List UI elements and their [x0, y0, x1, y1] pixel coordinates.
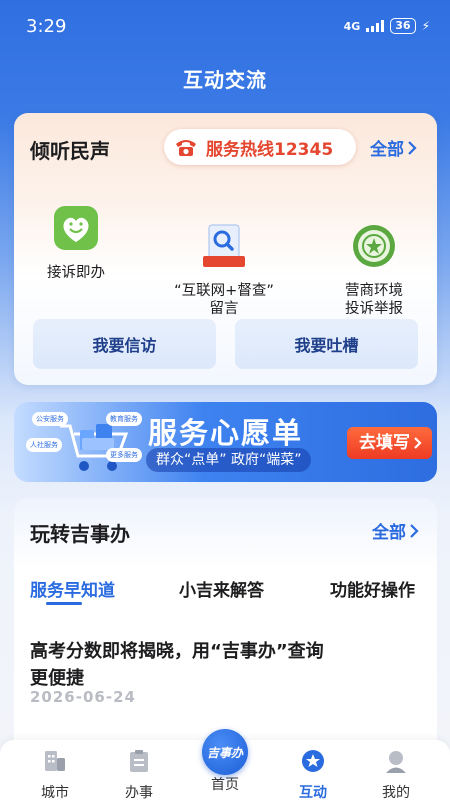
home-logo-icon[interactable]: 吉事办	[202, 729, 248, 775]
fill-in-button[interactable]: 去填写	[347, 427, 432, 459]
service-complaint[interactable]: 接诉即办	[6, 205, 146, 282]
status-time: 3:29	[26, 16, 67, 37]
user-icon	[386, 751, 406, 773]
banner-subtitle: 群众“点单” 政府“端菜”	[146, 448, 312, 472]
active-tab-indicator	[46, 602, 82, 605]
nav-label-home: 首页	[211, 777, 239, 793]
voice-card-title: 倾听民声	[30, 139, 110, 163]
phone-icon	[176, 140, 196, 156]
service-complaint-label: 接诉即办	[47, 265, 105, 281]
nav-item-city[interactable]: 城市	[25, 748, 85, 800]
chevron-right-icon	[408, 140, 417, 155]
nav-item-home[interactable]: 首页	[195, 774, 255, 794]
nav-label-city: 城市	[41, 785, 69, 800]
nav-label-interact: 互动	[299, 785, 327, 800]
heart-face-icon	[54, 206, 98, 250]
banner-tag-hr: 人社服务	[26, 438, 62, 452]
search-doc-icon	[203, 224, 245, 267]
nav-item-interact[interactable]: 互动	[283, 748, 343, 800]
service-business-report-label: 营商环境 投诉举报	[345, 283, 403, 317]
guide-more-label: 全部	[372, 523, 406, 543]
nav-label-mine: 我的	[382, 785, 410, 800]
status-indicators: 4G 36 ⚡	[344, 18, 430, 34]
nav-item-services[interactable]: 办事	[109, 748, 169, 800]
voice-card: 倾听民声 服务热线12345 全部 接诉即办 “互联网+督查” 留言 营商环境 …	[14, 113, 437, 385]
tab-easy-operations[interactable]: 功能好操作	[330, 576, 415, 601]
fill-in-label: 去填写	[359, 433, 410, 453]
network-type: 4G	[343, 19, 361, 33]
petition-button[interactable]: 我要信访	[33, 319, 216, 369]
battery-icon: 36	[390, 18, 416, 34]
service-business-report[interactable]: 营商环境 投诉举报	[304, 205, 444, 336]
signal-icon	[366, 20, 385, 32]
chevron-right-icon	[410, 523, 419, 538]
banner-tag-police: 公安服务	[32, 412, 68, 426]
voice-more-label: 全部	[370, 140, 404, 160]
complain-button[interactable]: 我要吐槽	[235, 319, 418, 369]
banner-title: 服务心愿单	[148, 416, 304, 450]
banner-tag-education: 教育服务	[106, 412, 142, 426]
news-title[interactable]: 高考分数即将揭晓，用“吉事办”查询更便捷	[30, 638, 340, 692]
city-icon	[45, 751, 65, 771]
news-date: 2026-06-24	[30, 688, 136, 706]
emblem-icon	[353, 225, 395, 267]
tab-xiaoji-answers[interactable]: 小吉来解答	[179, 576, 264, 601]
nav-label-services: 办事	[125, 785, 153, 800]
banner-tag-more: 更多服务	[106, 448, 142, 462]
page-title: 互动交流	[183, 68, 267, 92]
status-bar: 3:29 4G 36 ⚡	[0, 0, 450, 52]
charging-icon: ⚡	[421, 19, 430, 33]
guide-card-title: 玩转吉事办	[30, 522, 130, 546]
hotline-button[interactable]: 服务热线12345	[164, 129, 356, 165]
service-internet-supervision-label: “互联网+督查” 留言	[174, 283, 274, 317]
clipboard-icon	[130, 750, 148, 772]
voice-more-link[interactable]: 全部	[370, 135, 417, 160]
chevron-right-icon	[414, 437, 422, 449]
star-chat-icon	[302, 750, 324, 772]
guide-more-link[interactable]: 全部	[372, 518, 419, 543]
nav-item-mine[interactable]: 我的	[366, 748, 426, 800]
center-logo-text: 吉事办	[206, 745, 243, 760]
service-internet-supervision[interactable]: “互联网+督查” 留言	[154, 205, 294, 336]
tab-service-preview[interactable]: 服务早知道	[30, 576, 115, 601]
wish-list-banner[interactable]: 公安服务 教育服务 人社服务 更多服务 服务心愿单 群众“点单” 政府“端菜” …	[14, 402, 437, 482]
hotline-label: 服务热线12345	[206, 139, 334, 160]
